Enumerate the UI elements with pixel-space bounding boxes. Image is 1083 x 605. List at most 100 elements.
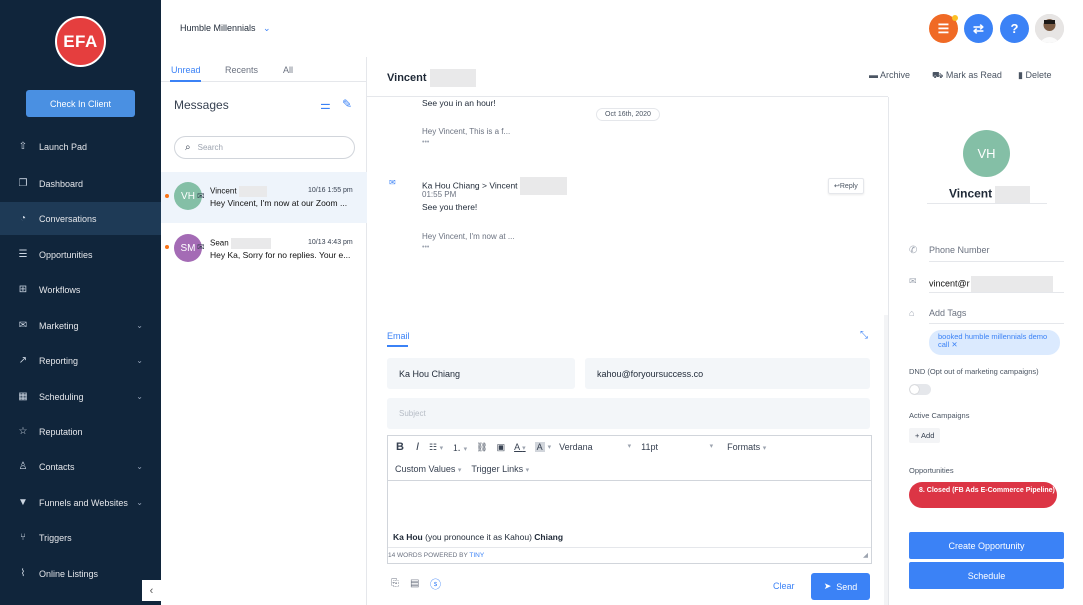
nav-contacts[interactable]: ♙ Contacts ⌄ (0, 450, 161, 483)
bullet-list-icon[interactable]: ☷ ▾ (429, 442, 443, 453)
payment-icon[interactable]: ⓢ (430, 576, 441, 592)
tab-recents[interactable]: Recents (225, 65, 258, 75)
dashboard-icon: ❐ (18, 178, 28, 189)
nav-label: Workflows (39, 284, 81, 295)
resize-handle-icon[interactable]: ◢ (863, 551, 868, 559)
from-name-field[interactable]: Ka Hou Chiang (387, 358, 575, 389)
nav-opportunities[interactable]: ☰ Opportunities (0, 238, 161, 271)
nav-reputation[interactable]: ☆ Reputation (0, 415, 161, 448)
nav-label: Contacts (39, 461, 75, 472)
collapse-icon[interactable]: ⤡ (860, 330, 868, 341)
reply-button[interactable]: ↩Reply (828, 178, 864, 194)
sidebar: EFA Check In Client ⇧ Launch Pad ❐ Dashb… (0, 0, 161, 605)
contact-name: Vincent (949, 186, 1031, 203)
opportunity-pill[interactable]: 8. Closed (FB Ads E-Commerce Pipeline) (909, 482, 1057, 508)
tab-all[interactable]: All (283, 65, 293, 75)
chart-icon: ↗ (18, 355, 28, 366)
help-button[interactable]: ? (1000, 14, 1029, 43)
link-icon[interactable]: ⛓ (476, 442, 487, 453)
list-icon: ☰ (937, 20, 950, 36)
calendar-icon: ▦ (18, 391, 28, 402)
conversation-item[interactable]: SM ✉ Sean 10/13 4:43 pm Hey Ka, Sorry fo… (161, 223, 367, 274)
mark-as-read-button[interactable]: ⛟ Mark as Read (932, 70, 1002, 82)
schedule-button[interactable]: Schedule (909, 562, 1064, 589)
bold-icon[interactable]: B (396, 441, 404, 453)
send-button[interactable]: ➤ Send (811, 573, 870, 600)
font-family-select[interactable]: Verdana ▾ (559, 442, 631, 452)
collapsed-message[interactable]: Hey Vincent, This is a f... (422, 127, 510, 136)
trash-icon: ▮ (1018, 70, 1023, 80)
create-opportunity-button[interactable]: Create Opportunity (909, 532, 1064, 559)
tag-chip[interactable]: booked humble millennials demo call ✕ (929, 330, 1060, 355)
tab-unread[interactable]: Unread (171, 65, 201, 75)
funnel-icon: ▼ (18, 497, 28, 508)
conversation-thread-panel: Vincent ▬ Archive ⛟ Mark as Read ▮ Delet… (367, 57, 1051, 605)
check-in-client-button[interactable]: Check In Client (26, 90, 135, 117)
expand-ellipsis[interactable]: ••• (422, 139, 429, 146)
add-campaign-button[interactable]: + Add (909, 428, 941, 443)
nav-triggers[interactable]: ⑂ Triggers (0, 521, 161, 554)
profile-photo-icon (1035, 14, 1064, 43)
text-color-icon[interactable]: A ▾ (514, 442, 526, 452)
expand-ellipsis[interactable]: ••• (422, 244, 429, 251)
inbox-icon: ⛟ (932, 70, 944, 80)
chevron-down-icon: ⌄ (136, 498, 143, 507)
user-avatar[interactable] (1035, 14, 1064, 43)
close-icon[interactable]: ✕ (951, 340, 957, 349)
email-icon: ✉ (197, 191, 205, 201)
tasks-button[interactable]: ☰ (929, 14, 958, 43)
account-switcher[interactable]: Humble Millennials ⌄ (180, 23, 271, 34)
switch-button[interactable]: ⇄ (964, 14, 993, 43)
trigger-links-select[interactable]: Trigger Links ▾ (471, 464, 529, 474)
compose-area: Email ⤡ Ka Hou Chiang kahou@foryoursucce… (367, 315, 888, 605)
nav-marketing[interactable]: ✉ Marketing ⌄ (0, 309, 161, 342)
email-icon: ✉ (909, 276, 917, 286)
collapse-sidebar-button[interactable]: ‹ (142, 580, 161, 601)
nav-label: Triggers (39, 532, 72, 543)
template-icon[interactable]: ▤ (410, 578, 419, 589)
nav-online-listings[interactable]: ⌇ Online Listings (0, 557, 161, 590)
custom-values-select[interactable]: Custom Values ▾ (395, 464, 461, 474)
highlight-icon[interactable]: A (534, 442, 545, 452)
numbered-list-icon[interactable]: ⒈ ▾ (452, 441, 467, 454)
phone-field[interactable]: Phone Number (929, 245, 990, 255)
filter-icon[interactable]: ⚌ (320, 98, 331, 112)
compose-icon[interactable]: ✎ (342, 97, 352, 111)
paperclip-icon[interactable]: ⎘ (391, 578, 399, 589)
editor-body-text[interactable]: Ka Hou (you pronounce it as Kahou) Chian… (393, 532, 563, 542)
image-icon[interactable]: ▣ (497, 442, 506, 453)
editor-status-bar: 14 WORDS POWERED BY TINY ◢ (388, 547, 871, 563)
active-tab-indicator (170, 80, 201, 82)
agency-logo[interactable]: EFA (55, 16, 106, 67)
conversations-list-panel: Unread Recents All Messages ⚌ ✎ ⌕ Search… (161, 57, 367, 605)
from-email-field[interactable]: kahou@foryoursuccess.co (585, 358, 870, 389)
nav-dashboard[interactable]: ❐ Dashboard (0, 167, 161, 200)
contact-details-panel: VH Vincent ✆ Phone Number ✉ vincent@r ⌂ … (888, 97, 1083, 605)
dnd-toggle[interactable] (909, 384, 931, 395)
nav-conversations[interactable]: ◔ Conversations (0, 202, 161, 235)
add-tags-input[interactable]: Add Tags (929, 308, 966, 318)
top-bar: Humble Millennials ⌄ ☰ ⇄ ? (161, 0, 1083, 57)
nav-label: Reporting (39, 355, 79, 366)
email-field[interactable]: vincent@r (929, 276, 1053, 292)
clear-button[interactable]: Clear (773, 581, 795, 591)
subject-input[interactable]: Subject (387, 398, 870, 429)
nav-label: Reputation (39, 426, 83, 437)
search-input[interactable]: ⌕ Search (174, 136, 355, 159)
archive-button[interactable]: ▬ Archive (869, 70, 910, 80)
message-text: See you in an hour! (422, 98, 496, 108)
nav-launch-pad[interactable]: ⇧ Launch Pad (0, 130, 161, 163)
collapsed-message[interactable]: Hey Vincent, I'm now at ... (422, 232, 515, 241)
delete-button[interactable]: ▮ Delete (1018, 70, 1051, 81)
conversation-item[interactable]: VH ✉ Vincent 10/16 1:55 pm Hey Vincent, … (161, 172, 367, 223)
contact-avatar: VH (963, 130, 1010, 177)
tab-email[interactable]: Email (387, 331, 410, 341)
formats-select[interactable]: Formats ▾ (727, 442, 766, 452)
nav-workflows[interactable]: ⊞ Workflows (0, 273, 161, 306)
nav-reporting[interactable]: ↗ Reporting ⌄ (0, 344, 161, 377)
nav-funnels-websites[interactable]: ▼ Funnels and Websites ⌄ (0, 486, 161, 519)
dnd-label: DND (Opt out of marketing campaigns) (909, 367, 1039, 376)
italic-icon[interactable]: I (416, 441, 419, 453)
nav-scheduling[interactable]: ▦ Scheduling ⌄ (0, 380, 161, 413)
font-size-select[interactable]: 11pt ▾ (641, 442, 713, 452)
